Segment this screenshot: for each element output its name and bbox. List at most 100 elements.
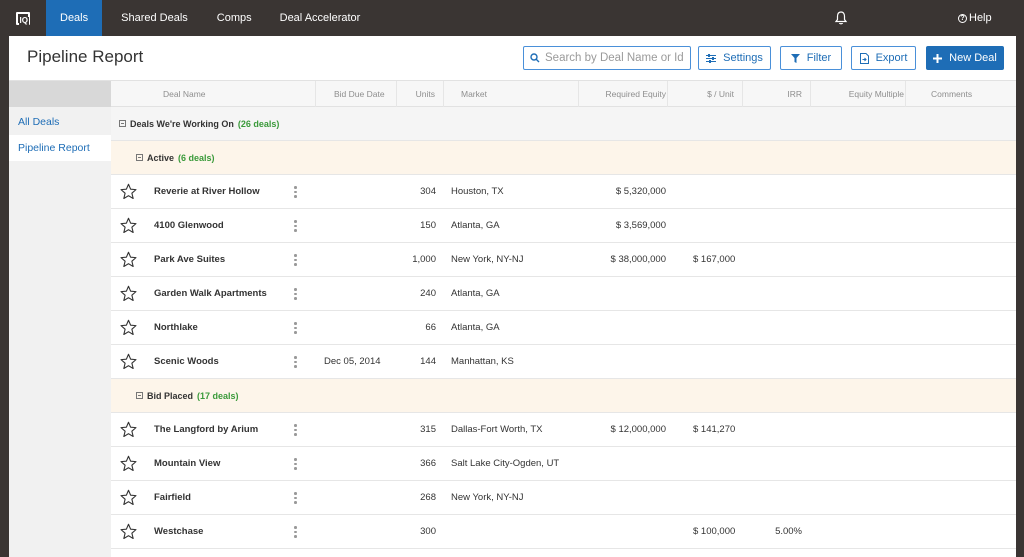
star-icon[interactable] [120,489,137,506]
col-per-unit[interactable]: $ / Unit [667,81,742,107]
per-unit: $ 167,000 [693,254,736,265]
star-icon[interactable] [120,455,137,472]
star-icon[interactable] [120,353,137,370]
search-icon [530,53,540,63]
table-row[interactable]: Fairfield 268 New York, NY-NJ [111,481,1016,515]
col-bid-due-date[interactable]: Bid Due Date [315,81,396,107]
table-row[interactable]: The Langford by Arium 315 Dallas-Fort Wort… [111,413,1016,447]
collapse-icon[interactable] [136,154,143,161]
subgroup-label: Bid Placed [147,390,194,401]
row-menu-icon[interactable] [294,526,298,539]
table-row[interactable]: Garden Walk Apartments 240 Atlanta, GA [111,277,1016,311]
star-icon[interactable] [120,523,137,540]
deal-name-link[interactable]: Westchase [154,515,203,549]
table-body: Active (6 deals) Reverie at River Hollow 30… [111,141,1016,549]
table-row[interactable]: Reverie at River Hollow 304 Houston, TX $ 5… [111,175,1016,209]
nav-deals[interactable]: Deals [46,0,103,36]
col-equity-multiple[interactable]: Equity Multiple [810,81,905,107]
logo-text: IQ [18,15,29,25]
market: Atlanta, GA [451,322,500,333]
deal-name-link[interactable]: Scenic Woods [154,345,219,379]
search-input[interactable] [545,52,685,64]
export-button[interactable]: Export [851,46,916,70]
subgroup-row[interactable]: Bid Placed (17 deals) [111,379,1016,413]
market: Atlanta, GA [451,288,500,299]
required-equity [581,345,666,379]
units: 150 [420,220,436,231]
row-menu-icon[interactable] [294,322,298,335]
irr: 5.00% [775,526,802,537]
table-row[interactable]: Northlake 66 Atlanta, GA [111,311,1016,345]
row-menu-icon[interactable] [294,220,298,233]
nav-deal-accelerator[interactable]: Deal Accelerator [252,0,361,36]
market: New York, NY-NJ [451,254,524,265]
deal-name-link[interactable]: Fairfield [154,481,191,515]
collapse-icon[interactable] [136,392,143,399]
col-units[interactable]: Units [396,81,443,107]
settings-label: Settings [723,52,763,64]
market: New York, NY-NJ [451,492,524,503]
star-icon[interactable] [120,421,137,438]
irr [751,345,802,379]
settings-button[interactable]: Settings [698,46,771,70]
nav-shared-deals[interactable]: Shared Deals [102,0,188,36]
units: 304 [420,186,436,197]
star-icon[interactable] [120,319,137,336]
star-icon[interactable] [120,217,137,234]
required-equity [581,447,666,481]
market: Houston, TX [451,186,504,197]
sidebar-item-all-deals[interactable]: All Deals [9,109,111,135]
row-menu-icon[interactable] [294,288,298,301]
search-box[interactable] [523,46,691,70]
subgroup-count: (17 deals) [197,390,239,401]
table-row[interactable]: Westchase 300 $ 100,000 5.00% [111,515,1016,549]
sidebar-item-pipeline-report[interactable]: Pipeline Report [9,135,111,161]
star-icon[interactable] [120,251,137,268]
col-irr[interactable]: IRR [742,81,810,107]
star-icon[interactable] [120,285,137,302]
deal-name-link[interactable]: Garden Walk Apartments [154,277,267,311]
col-market[interactable]: Market [443,81,578,107]
row-menu-icon[interactable] [294,186,298,199]
col-deal-name[interactable]: Deal Name [163,81,206,107]
row-menu-icon[interactable] [294,424,298,437]
filter-button[interactable]: Filter [780,46,842,70]
app-logo[interactable]: IQ [0,0,46,36]
logo-icon: IQ [16,11,30,25]
row-menu-icon[interactable] [294,458,298,471]
required-equity [581,481,666,515]
deal-name-link[interactable]: Reverie at River Hollow [154,175,260,209]
deal-name-link[interactable]: Mountain View [154,447,220,481]
plus-icon [933,53,943,63]
market: Salt Lake City-Ogden, UT [451,458,560,469]
bell-icon[interactable] [833,10,849,26]
col-required-equity[interactable]: Required Equity [578,81,667,107]
col-comments[interactable]: Comments [905,81,1016,107]
row-menu-icon[interactable] [294,254,298,267]
sidebar-header [9,81,111,107]
row-menu-icon[interactable] [294,356,298,369]
collapse-icon[interactable] [119,120,126,127]
table-row[interactable]: Scenic Woods Dec 05, 2014 144 Manhattan, KS [111,345,1016,379]
deal-name-link[interactable]: The Langford by Arium [154,413,258,447]
deal-name-link[interactable]: Northlake [154,311,198,345]
deal-name-link[interactable]: Park Ave Suites [154,243,225,277]
table-header: Deal Name Bid Due Date Units Market Requ… [111,81,1016,107]
help-link[interactable]: ? Help [958,0,992,36]
units: 315 [420,424,436,435]
star-icon[interactable] [120,183,137,200]
deal-name-link[interactable]: 4100 Glenwood [154,209,224,243]
table-row[interactable]: Park Ave Suites 1,000 New York, NY-NJ $ 38,… [111,243,1016,277]
page-header: Pipeline Report Settings Filte [9,36,1016,81]
new-deal-button[interactable]: New Deal [926,46,1004,70]
required-equity: $ 3,569,000 [615,220,666,231]
units: 1,000 [412,254,436,265]
required-equity: $ 38,000,000 [610,254,666,265]
nav-comps[interactable]: Comps [188,0,252,36]
table-row[interactable]: Mountain View 366 Salt Lake City-Ogden, UT [111,447,1016,481]
row-menu-icon[interactable] [294,492,298,505]
subgroup-row[interactable]: Active (6 deals) [111,141,1016,175]
table-row[interactable]: 4100 Glenwood 150 Atlanta, GA $ 3,569,000 [111,209,1016,243]
group-row-working-on[interactable]: Deals We're Working On (26 deals) [111,107,1016,141]
units: 240 [420,288,436,299]
